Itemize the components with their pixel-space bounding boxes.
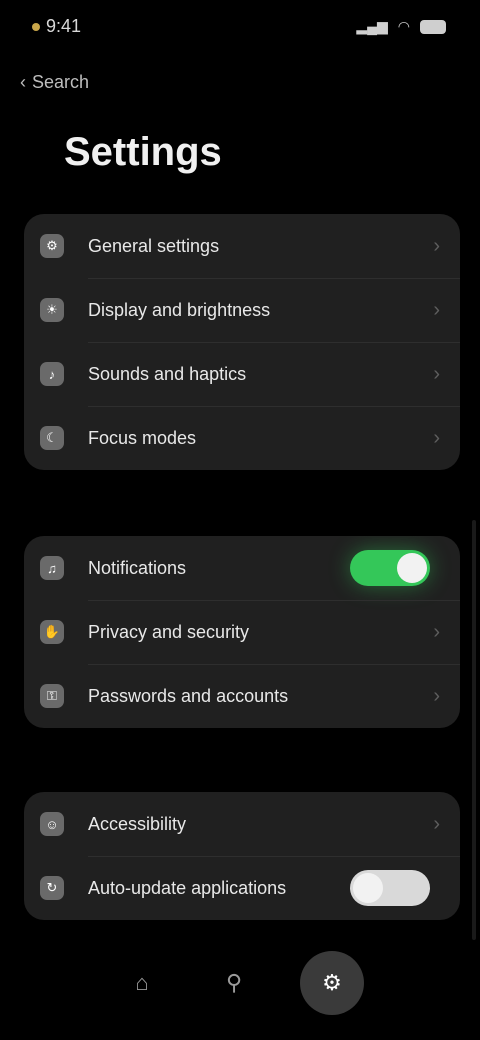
battery-icon: [420, 19, 446, 34]
toggle-knob: [353, 873, 383, 903]
chevron-right-icon: ›: [433, 362, 440, 385]
toggle-knob: [397, 553, 427, 583]
settings-icon: ⚙: [322, 970, 342, 995]
gear-icon: ⚙: [40, 234, 64, 258]
status-time-label: 9:41: [46, 16, 82, 36]
refresh-icon: ↻: [40, 876, 64, 900]
chevron-right-icon: ›: [433, 234, 440, 257]
row-sounds-haptics[interactable]: ♪ Sounds and haptics ›: [24, 342, 460, 406]
row-passwords-accounts[interactable]: ⚿ Passwords and accounts ›: [24, 664, 460, 728]
row-label: Privacy and security: [88, 621, 250, 642]
chevron-right-icon: ›: [433, 812, 440, 835]
row-label: Display and brightness: [88, 299, 271, 320]
row-label: Passwords and accounts: [88, 685, 289, 706]
chevron-left-icon: ‹: [20, 72, 26, 92]
row-label: Notifications: [88, 557, 187, 578]
nav-settings-button[interactable]: ⚙: [300, 951, 364, 1015]
settings-group-accessibility: ☺ Accessibility › ↻ Auto-update applicat…: [24, 792, 460, 920]
chevron-right-icon: ›: [433, 298, 440, 321]
moon-icon: ☾: [40, 426, 64, 450]
status-bar: 9:41 ▂▄▆ ◠: [0, 0, 480, 56]
row-label: Sounds and haptics: [88, 363, 247, 384]
bell-icon: ♫: [40, 556, 64, 580]
home-icon: ⌂: [135, 970, 149, 995]
back-button[interactable]: ‹ Search: [20, 72, 89, 93]
status-time: 9:41: [32, 16, 81, 37]
person-icon: ☺: [40, 812, 64, 836]
row-label: Focus modes: [88, 427, 197, 448]
chevron-right-icon: ›: [433, 426, 440, 449]
auto-update-toggle[interactable]: [350, 870, 430, 906]
scrollbar[interactable]: [472, 520, 476, 940]
chevron-right-icon: ›: [433, 620, 440, 643]
row-notifications[interactable]: ♫ Notifications: [24, 536, 460, 600]
sun-icon: ☀: [40, 298, 64, 322]
notifications-toggle[interactable]: [350, 550, 430, 586]
chevron-right-icon: ›: [433, 684, 440, 707]
search-icon: ⚲: [225, 970, 243, 995]
settings-group-general: ⚙ General settings › ☀ Display and brigh…: [24, 214, 460, 470]
signal-icon: ▂▄▆: [356, 18, 388, 34]
location-dot-icon: [32, 22, 40, 31]
nav-home-button[interactable]: ⌂: [116, 957, 168, 1009]
status-indicators: ▂▄▆ ◠: [356, 18, 446, 35]
row-general-settings[interactable]: ⚙ General settings ›: [24, 214, 460, 278]
row-label: Accessibility: [88, 813, 187, 834]
row-focus-modes[interactable]: ☾ Focus modes ›: [24, 406, 460, 470]
row-label: General settings: [88, 235, 220, 256]
key-icon: ⚿: [40, 684, 64, 708]
row-privacy-security[interactable]: ✋ Privacy and security ›: [24, 600, 460, 664]
speaker-icon: ♪: [40, 362, 64, 386]
row-auto-update[interactable]: ↻ Auto-update applications: [24, 856, 460, 920]
hand-icon: ✋: [40, 620, 64, 644]
bottom-nav: ⌂ ⚲ ⚙: [0, 948, 480, 1018]
row-label: Auto-update applications: [88, 877, 287, 898]
row-display-brightness[interactable]: ☀ Display and brightness ›: [24, 278, 460, 342]
page-title: Settings: [64, 130, 222, 174]
wifi-icon: ◠: [397, 18, 410, 34]
nav-search-button[interactable]: ⚲: [208, 957, 260, 1009]
row-accessibility[interactable]: ☺ Accessibility ›: [24, 792, 460, 856]
settings-group-notifications: ♫ Notifications ✋ Privacy and security ›…: [24, 536, 460, 728]
back-label: Search: [32, 72, 90, 92]
